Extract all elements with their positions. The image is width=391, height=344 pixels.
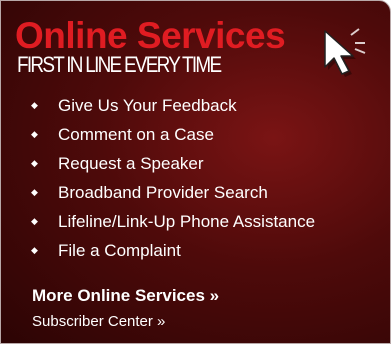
broadband-provider-search-link[interactable]: Broadband Provider Search [58, 183, 268, 203]
diamond-bullet-icon: ◆ [31, 187, 38, 197]
list-item: ◆ Give Us Your Feedback [31, 91, 315, 120]
diamond-bullet-icon: ◆ [31, 245, 38, 255]
diamond-bullet-icon: ◆ [31, 100, 38, 110]
subscriber-center-link[interactable]: Subscriber Center » [32, 313, 165, 330]
diamond-bullet-icon: ◆ [31, 216, 38, 226]
more-online-services-link[interactable]: More Online Services » [32, 286, 219, 306]
services-list: ◆ Give Us Your Feedback ◆ Comment on a C… [31, 91, 315, 265]
diamond-bullet-icon: ◆ [31, 129, 38, 139]
list-item: ◆ Broadband Provider Search [31, 178, 315, 207]
online-services-panel: Online Services FIRST IN LINE EVERY TIME… [0, 0, 391, 344]
request-speaker-link[interactable]: Request a Speaker [58, 154, 204, 174]
list-item: ◆ Lifeline/Link-Up Phone Assistance [31, 207, 315, 236]
lifeline-link-up-link[interactable]: Lifeline/Link-Up Phone Assistance [58, 212, 315, 232]
diamond-bullet-icon: ◆ [31, 158, 38, 168]
list-item: ◆ Request a Speaker [31, 149, 315, 178]
list-item: ◆ File a Complaint [31, 236, 315, 265]
comment-on-case-link[interactable]: Comment on a Case [58, 125, 214, 145]
give-feedback-link[interactable]: Give Us Your Feedback [58, 96, 237, 116]
panel-tagline: FIRST IN LINE EVERY TIME [17, 52, 222, 77]
list-item: ◆ Comment on a Case [31, 120, 315, 149]
panel-title: Online Services [15, 15, 286, 56]
mouse-pointer-icon [324, 28, 366, 77]
file-complaint-link[interactable]: File a Complaint [58, 241, 181, 261]
